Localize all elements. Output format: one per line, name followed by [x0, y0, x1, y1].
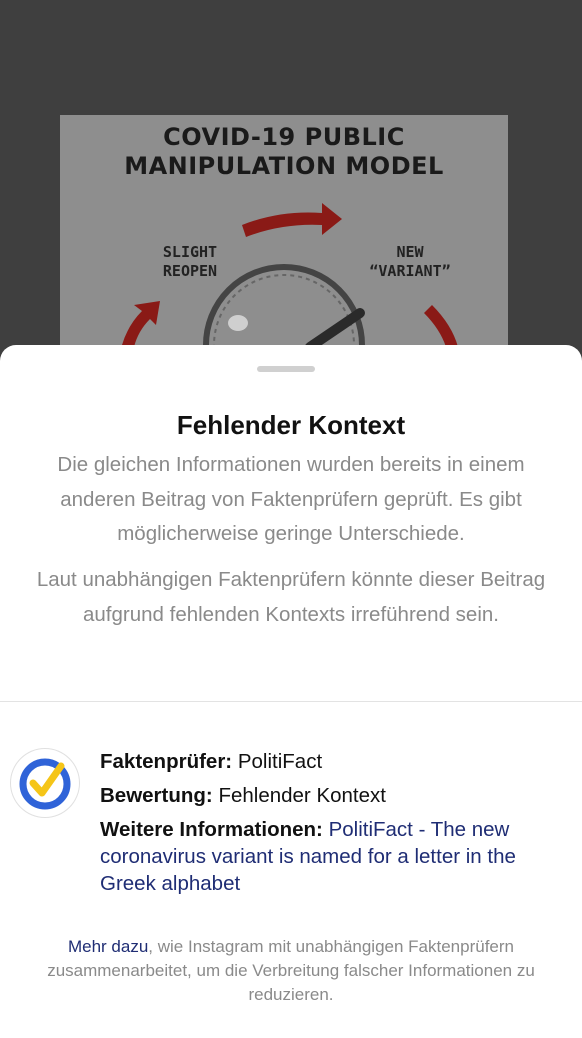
arrow-top [242, 203, 342, 237]
sheet-rating-explanation: Laut unabhängigen Faktenprüfern könnte d… [36, 568, 546, 626]
rating-value: Fehlender Kontext [218, 784, 386, 807]
footer-note: Mehr dazu, wie Instagram mit unabhängige… [10, 935, 572, 1007]
fact-checker-value: PolitiFact [237, 750, 323, 773]
sheet-description: Die gleichen Informationen wurden bereit… [57, 453, 525, 545]
politifact-logo-icon [11, 749, 79, 817]
post-illustration [122, 203, 458, 375]
fact-checker-label: Faktenprüfer: [100, 750, 233, 773]
more-info-row: Weitere Informationen: PolitiFact - The … [100, 816, 570, 897]
divider [0, 701, 582, 702]
sheet-title: Fehlender Kontext [176, 410, 406, 440]
fact-check-sheet: Fehlender Kontext Die gleichen Informati… [0, 345, 582, 1038]
rating-row: Bewertung: Fehlender Kontext [100, 782, 570, 809]
more-info-label: Weitere Informationen: [100, 818, 323, 841]
arrow-left [122, 301, 160, 347]
rating-label: Bewertung: [100, 784, 213, 807]
fact-checker-row: Faktenprüfer: PolitiFact [100, 748, 570, 775]
post-image: COVID-19 PUBLIC MANIPULATION MODEL SLIGH… [60, 115, 508, 375]
sheet-drag-handle[interactable] [257, 366, 315, 372]
learn-more-link[interactable]: Mehr dazu [68, 937, 148, 956]
arrow-right [424, 305, 458, 347]
